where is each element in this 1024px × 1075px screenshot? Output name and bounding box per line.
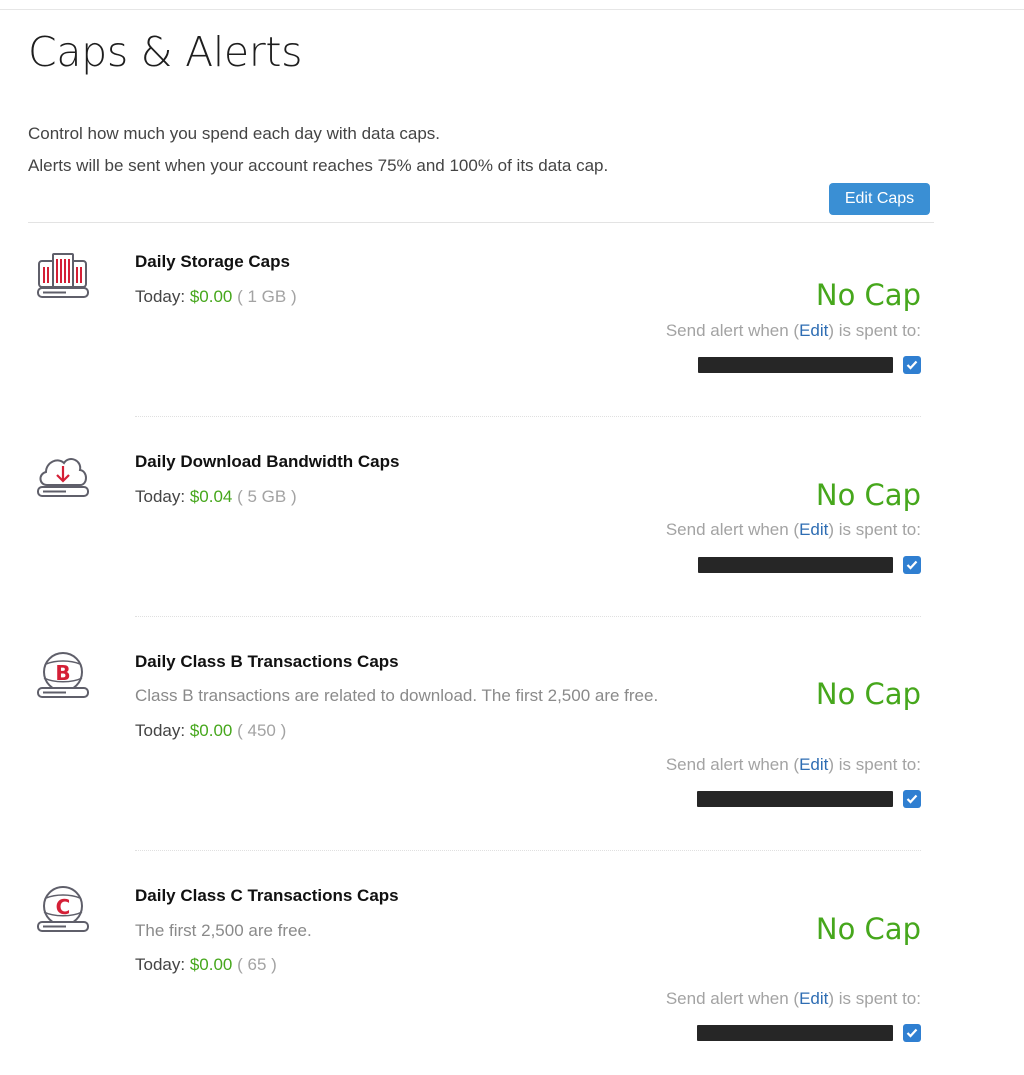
- class-b-globe-icon: B: [36, 650, 90, 704]
- alert-prefix: Send alert when (: [665, 321, 800, 340]
- usage-quantity: ( 1 GB ): [237, 287, 297, 306]
- usage-quantity: ( 5 GB ): [237, 487, 297, 506]
- section-divider: [135, 416, 921, 417]
- alert-recipient: [698, 354, 921, 376]
- cap-value: No Cap: [815, 677, 921, 711]
- section-description: The first 2,500 are free.: [135, 921, 312, 940]
- intro-text-alerts: Alerts will be sent when your account re…: [28, 156, 609, 175]
- page-title: Caps & Alerts: [28, 28, 303, 76]
- alert-suffix: ) is spent to:: [828, 321, 921, 340]
- top-divider: [0, 9, 1024, 10]
- alert-rule: Send alert when (Edit) is spent to:: [666, 321, 921, 341]
- usage-quantity: ( 65 ): [237, 955, 277, 974]
- checkmark-icon: [906, 794, 918, 804]
- svg-text:C: C: [56, 895, 71, 919]
- edit-alert-link[interactable]: Edit: [799, 755, 828, 774]
- alert-suffix: ) is spent to:: [828, 520, 921, 539]
- today-usage: Today: $0.00 ( 65 ): [135, 955, 277, 975]
- edit-alert-link[interactable]: Edit: [799, 321, 828, 340]
- today-usage: Today: $0.00 ( 450 ): [135, 721, 286, 741]
- alert-checkbox[interactable]: [903, 356, 921, 374]
- alert-recipient: [697, 1022, 921, 1044]
- alert-rule: Send alert when (Edit) is spent to:: [666, 989, 921, 1009]
- header-divider: [28, 222, 934, 223]
- alert-rule: Send alert when (Edit) is spent to:: [666, 520, 921, 540]
- section-divider: [135, 850, 921, 851]
- alert-recipient: [697, 788, 921, 810]
- cap-value: No Cap: [815, 912, 921, 946]
- alert-suffix: ) is spent to:: [828, 755, 921, 774]
- redacted-email: [698, 557, 893, 573]
- today-amount: $0.00: [189, 721, 233, 740]
- today-amount: $0.00: [189, 287, 233, 306]
- edit-alert-link[interactable]: Edit: [799, 520, 828, 539]
- alert-recipient: [698, 554, 921, 576]
- alert-checkbox[interactable]: [903, 556, 921, 574]
- redacted-email: [697, 791, 893, 807]
- checkmark-icon: [906, 560, 918, 570]
- redacted-email: [698, 357, 893, 373]
- alert-checkbox[interactable]: [903, 790, 921, 808]
- today-label: Today:: [135, 287, 186, 306]
- redacted-email: [697, 1025, 893, 1041]
- storage-server-icon: [36, 250, 90, 304]
- intro-text-caps: Control how much you spend each day with…: [28, 124, 441, 143]
- alert-rule: Send alert when (Edit) is spent to:: [666, 755, 921, 775]
- today-amount: $0.00: [189, 955, 233, 974]
- today-label: Today:: [135, 721, 186, 740]
- alert-prefix: Send alert when (: [665, 755, 800, 774]
- today-amount: $0.04: [189, 487, 233, 506]
- checkmark-icon: [906, 360, 918, 370]
- checkmark-icon: [906, 1028, 918, 1038]
- section-title: Daily Storage Caps: [135, 252, 290, 271]
- today-label: Today:: [135, 487, 186, 506]
- section-title: Daily Class B Transactions Caps: [135, 652, 399, 671]
- class-c-globe-icon: C: [36, 884, 90, 938]
- cap-value: No Cap: [815, 278, 921, 312]
- section-title: Daily Class C Transactions Caps: [135, 886, 399, 905]
- today-usage: Today: $0.04 ( 5 GB ): [135, 487, 297, 507]
- cap-value: No Cap: [815, 478, 921, 512]
- alert-suffix: ) is spent to:: [828, 989, 921, 1008]
- section-description: Class B transactions are related to down…: [135, 686, 659, 705]
- section-divider: [135, 616, 921, 617]
- alert-prefix: Send alert when (: [665, 520, 800, 539]
- usage-quantity: ( 450 ): [237, 721, 287, 740]
- edit-caps-button[interactable]: Edit Caps: [829, 183, 930, 215]
- cloud-download-icon: [36, 450, 90, 504]
- section-title: Daily Download Bandwidth Caps: [135, 452, 400, 471]
- svg-text:B: B: [55, 661, 70, 685]
- alert-checkbox[interactable]: [903, 1024, 921, 1042]
- edit-alert-link[interactable]: Edit: [799, 989, 828, 1008]
- today-label: Today:: [135, 955, 186, 974]
- alert-prefix: Send alert when (: [665, 989, 800, 1008]
- today-usage: Today: $0.00 ( 1 GB ): [135, 287, 297, 307]
